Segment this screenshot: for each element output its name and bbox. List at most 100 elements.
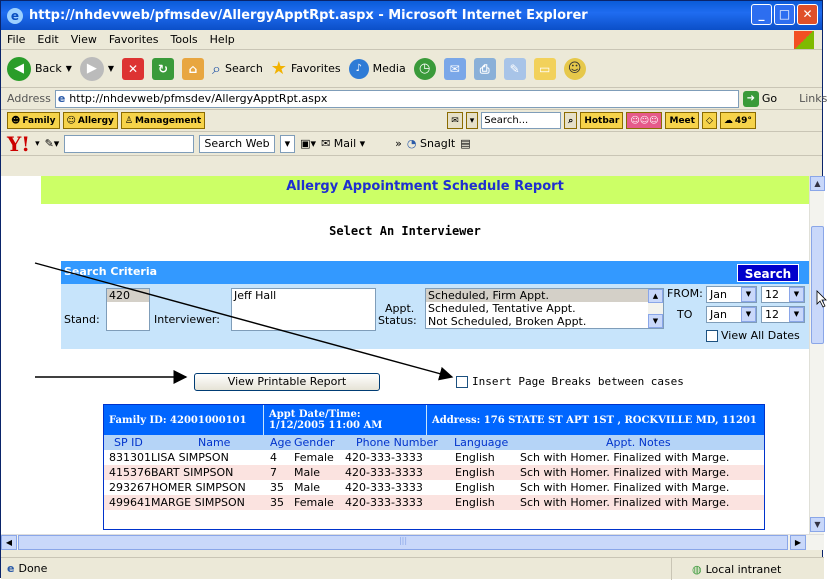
- column-header: Gender: [294, 436, 335, 449]
- menu-edit[interactable]: Edit: [37, 33, 58, 46]
- stand-label: Stand:: [64, 313, 100, 326]
- messenger-icon[interactable]: ☺: [563, 57, 586, 80]
- browser-window: e http://nhdevweb/pfmsdev/AllergyApptRpt…: [0, 0, 827, 580]
- page-breaks-option[interactable]: Insert Page Breaks between cases: [456, 375, 684, 388]
- favorites-button[interactable]: ★ Favorites: [271, 58, 341, 79]
- mail-dropdown[interactable]: ▾: [465, 112, 479, 129]
- search-criteria-header: Search Criteria: [64, 265, 158, 278]
- scroll-down-icon[interactable]: ▼: [810, 517, 825, 532]
- search-web-button[interactable]: Search Web: [199, 134, 275, 153]
- interviewer-option[interactable]: Jeff Hall: [232, 289, 375, 302]
- view-printable-report-button[interactable]: View Printable Report: [194, 373, 380, 391]
- maximize-button[interactable]: □: [774, 4, 795, 25]
- snagit-button[interactable]: ◔ SnagIt: [407, 137, 455, 150]
- column-header: SP ID: [114, 436, 143, 449]
- scroll-left-icon[interactable]: ◀: [1, 535, 17, 550]
- pencil-icon[interactable]: ✎▾: [45, 137, 60, 150]
- mail-toolbar-icon[interactable]: ✉: [447, 112, 463, 129]
- overflow-chevron-icon[interactable]: »: [395, 137, 402, 150]
- status-option[interactable]: Scheduled, Tentative Appt.: [426, 302, 663, 315]
- refresh-icon[interactable]: ↻: [152, 57, 175, 80]
- scroll-right-icon[interactable]: ▶: [790, 535, 806, 550]
- search-web-dropdown[interactable]: ▾: [279, 134, 296, 153]
- search-button[interactable]: ⌕ Search: [212, 59, 263, 79]
- page-breaks-checkbox[interactable]: [456, 375, 468, 388]
- back-arrow-icon: ◀: [7, 56, 31, 81]
- family-header: Family ID: 42001000101 Appt Date/Time: 1…: [104, 405, 764, 435]
- allergy-link[interactable]: ☺ Allergy: [62, 112, 118, 129]
- scroll-down-icon[interactable]: ▼: [648, 314, 663, 328]
- diamond-icon[interactable]: ◇: [701, 112, 717, 129]
- column-header: Age: [270, 436, 292, 449]
- toolbar-search-input[interactable]: Search...: [481, 112, 562, 129]
- menu-favorites[interactable]: Favorites: [109, 33, 159, 46]
- stand-listbox[interactable]: 420: [106, 288, 150, 331]
- media-button[interactable]: ♪ Media: [348, 58, 406, 79]
- search-button[interactable]: Search: [737, 264, 799, 282]
- search-criteria-panel: Search Criteria Search Stand: 420 Interv…: [61, 261, 809, 349]
- search-icon: ⌕: [212, 58, 221, 78]
- status-option[interactable]: Scheduled, Firm Appt.: [426, 289, 663, 302]
- scroll-up-icon[interactable]: ▲: [648, 289, 663, 303]
- window-title: http://nhdevweb/pfmsdev/AllergyApptRpt.a…: [29, 8, 588, 23]
- yahoo-mail-button[interactable]: ✉ Mail ▾: [321, 137, 365, 150]
- stand-option[interactable]: 420: [107, 289, 149, 302]
- family-address: Address: 176 STATE ST APT 1ST , ROCKVILL…: [432, 414, 757, 426]
- hotbar-link[interactable]: Hotbar: [580, 112, 624, 129]
- view-all-dates-checkbox[interactable]: [706, 329, 718, 342]
- menu-file[interactable]: File: [7, 33, 25, 46]
- to-month-select[interactable]: Jan ▼: [706, 306, 757, 323]
- folder-icon[interactable]: ▭: [533, 57, 556, 80]
- appt-status-listbox[interactable]: Scheduled, Firm Appt. Scheduled, Tentati…: [425, 288, 664, 329]
- toolbar-search-icon[interactable]: ⌕: [564, 112, 578, 129]
- h-scroll-thumb[interactable]: |||: [18, 535, 788, 550]
- history-icon[interactable]: ◷: [413, 57, 436, 80]
- links-label[interactable]: Links: [799, 92, 827, 105]
- meet-link[interactable]: Meet: [665, 112, 699, 129]
- ie-icon: e: [7, 7, 23, 24]
- minimize-button[interactable]: _: [751, 4, 772, 25]
- from-day-select[interactable]: 12 ▼: [761, 286, 805, 303]
- menu-view[interactable]: View: [71, 33, 97, 46]
- chevron-down-icon: ▼: [789, 307, 804, 322]
- mail-icon[interactable]: ✉: [443, 57, 466, 80]
- view-all-dates[interactable]: View All Dates: [706, 329, 800, 342]
- menu-tools[interactable]: Tools: [171, 33, 198, 46]
- horizontal-scrollbar[interactable]: ◀ ||| ▶: [1, 534, 824, 550]
- column-header: Phone Number: [356, 436, 438, 449]
- stop-icon[interactable]: ✕: [122, 57, 145, 80]
- capture-icon[interactable]: ▤: [460, 137, 470, 150]
- go-button[interactable]: ➜ Go: [742, 90, 777, 107]
- yahoo-logo[interactable]: Y!: [7, 132, 30, 156]
- print-icon[interactable]: ⎙: [473, 57, 496, 80]
- smiley-central-icon[interactable]: ☺☺☺: [626, 112, 663, 129]
- status-scrollbar[interactable]: ▲ ▼: [648, 289, 663, 328]
- edit-icon[interactable]: ✎: [503, 57, 526, 80]
- interviewer-listbox[interactable]: Jeff Hall: [231, 288, 376, 331]
- yahoo-search-input[interactable]: [64, 134, 195, 153]
- media-icon: ♪: [348, 58, 369, 79]
- family-link[interactable]: ☻ Family: [7, 112, 60, 129]
- forward-button[interactable]: ▶ ▼: [79, 56, 114, 81]
- status-option[interactable]: Not Scheduled, Broken Appt.: [426, 315, 663, 328]
- to-day-select[interactable]: 12 ▼: [761, 306, 805, 323]
- security-zone: ◍ Local intranet: [671, 558, 824, 580]
- go-arrow-icon: ➜: [742, 90, 759, 107]
- close-button[interactable]: ✕: [797, 4, 818, 25]
- weather-link[interactable]: ☁ 49°: [719, 112, 756, 129]
- home-icon[interactable]: ⌂: [182, 57, 205, 80]
- vertical-scrollbar[interactable]: ▲ ▼: [809, 176, 825, 534]
- management-link[interactable]: ♙ Management: [120, 112, 206, 129]
- scroll-up-icon[interactable]: ▲: [810, 176, 825, 191]
- appt-datetime-value: 1/12/2005 11:00 AM: [269, 420, 383, 431]
- menu-help[interactable]: Help: [210, 33, 235, 46]
- family-id: Family ID: 42001000101: [104, 405, 264, 435]
- page-done-icon: e: [7, 562, 15, 575]
- report-title: Allergy Appointment Schedule Report: [41, 176, 809, 204]
- toolbar-options-icon[interactable]: ▣▾: [300, 137, 316, 150]
- address-input[interactable]: e http://nhdevweb/pfmsdev/AllergyApptRpt…: [54, 89, 739, 108]
- from-month-select[interactable]: Jan ▼: [706, 286, 757, 303]
- scroll-thumb[interactable]: [811, 226, 824, 344]
- page-icon: e: [57, 92, 66, 105]
- back-button[interactable]: ◀ Back ▼: [7, 56, 72, 81]
